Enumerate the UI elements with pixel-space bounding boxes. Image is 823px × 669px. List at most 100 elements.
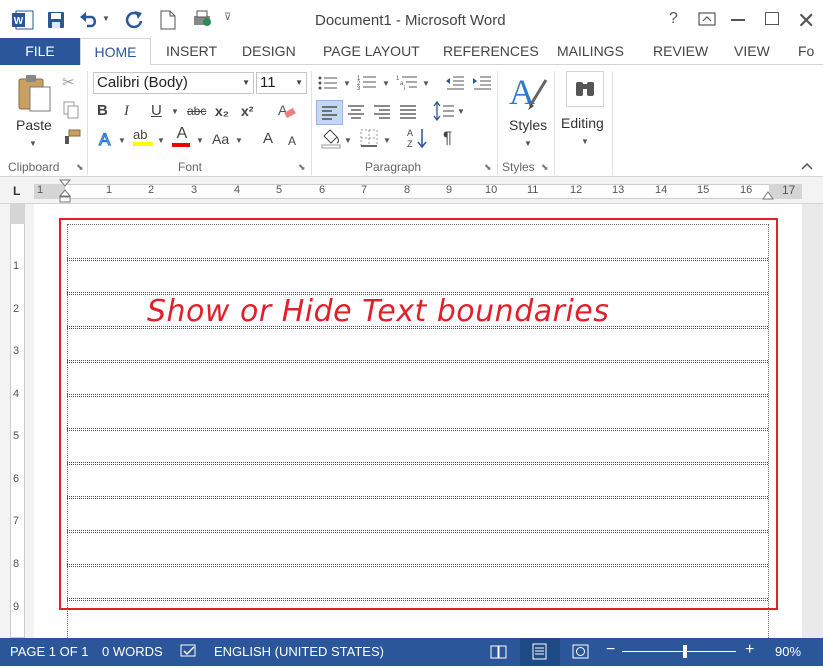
customize-toolbar-icon[interactable]: ⊽ <box>224 12 231 23</box>
new-document-icon[interactable] <box>160 10 176 33</box>
bold-button[interactable]: B <box>97 101 108 121</box>
read-mode-icon[interactable] <box>490 644 508 663</box>
subscript-button[interactable]: x₂ <box>215 101 229 121</box>
strikethrough-button[interactable]: abc <box>187 101 206 121</box>
increase-indent-icon[interactable] <box>472 75 492 94</box>
shading-dropdown-icon[interactable]: ▼ <box>344 136 352 145</box>
vertical-ruler[interactable]: 1 2 3 4 5 6 7 8 9 <box>0 204 34 638</box>
maximize-button[interactable] <box>765 12 779 25</box>
paste-button[interactable]: Paste <box>16 117 52 133</box>
paste-icon[interactable] <box>16 73 52 116</box>
zoom-out-button[interactable]: − <box>606 641 615 659</box>
bullets-icon[interactable] <box>318 75 338 94</box>
font-name-combobox[interactable]: Calibri (Body) ▼ <box>93 72 254 94</box>
print-layout-icon[interactable] <box>520 638 560 666</box>
highlight-button[interactable]: ab <box>133 127 155 146</box>
change-case-dropdown-icon[interactable]: ▼ <box>235 136 243 145</box>
tab-review[interactable]: REVIEW <box>653 38 708 65</box>
multilevel-dropdown-icon[interactable]: ▼ <box>422 79 430 88</box>
borders-icon[interactable] <box>360 129 378 150</box>
align-right-icon[interactable] <box>372 102 392 123</box>
shrink-font-button[interactable]: A <box>288 131 296 151</box>
highlight-label: ab <box>133 127 148 142</box>
word-app-icon[interactable]: W <box>12 10 34 30</box>
page-count[interactable]: PAGE 1 OF 1 <box>10 644 89 659</box>
ribbon-tabs: FILE HOME INSERT DESIGN PAGE LAYOUT REFE… <box>0 38 823 66</box>
tab-mailings[interactable]: MAILINGS <box>557 38 624 65</box>
tab-view[interactable]: VIEW <box>734 38 770 65</box>
font-group-label: Font <box>178 160 203 174</box>
align-center-icon[interactable] <box>346 102 366 123</box>
undo-dropdown-icon[interactable]: ▼ <box>102 14 110 23</box>
styles-button[interactable]: Styles <box>509 117 547 133</box>
tab-design[interactable]: DESIGN <box>242 38 296 65</box>
cut-icon[interactable]: ✂ <box>62 73 75 93</box>
shading-icon[interactable] <box>320 127 342 152</box>
undo-icon[interactable] <box>79 10 99 31</box>
find-binoculars-icon[interactable] <box>566 71 604 107</box>
font-color-button[interactable]: A <box>172 125 192 147</box>
bullets-dropdown-icon[interactable]: ▼ <box>343 79 351 88</box>
align-left-icon[interactable] <box>316 100 343 125</box>
highlight-dropdown-icon[interactable]: ▼ <box>157 136 165 145</box>
styles-dropdown-icon[interactable]: ▼ <box>524 139 532 148</box>
zoom-slider-thumb[interactable] <box>682 645 687 658</box>
grow-font-button[interactable]: A <box>263 129 273 149</box>
clipboard-launcher-icon[interactable]: ⬊ <box>76 162 84 173</box>
title-bar: W ▼ ⊽ Document1 - Microsoft Word ? ✕ <box>0 0 823 38</box>
font-color-dropdown-icon[interactable]: ▼ <box>196 136 204 145</box>
text-effects-icon[interactable]: A <box>97 129 117 152</box>
copy-icon[interactable] <box>63 101 79 122</box>
format-painter-icon[interactable] <box>63 129 81 148</box>
italic-button[interactable]: I <box>124 101 129 121</box>
language-indicator[interactable]: ENGLISH (UNITED STATES) <box>214 644 384 659</box>
text-effects-dropdown-icon[interactable]: ▼ <box>118 136 126 145</box>
horizontal-ruler[interactable]: L 1 1 2 3 4 5 6 7 8 9 10 11 12 13 14 15 … <box>0 177 823 204</box>
ribbon-display-options-icon[interactable] <box>698 12 716 29</box>
print-preview-icon[interactable] <box>192 9 214 32</box>
close-icon[interactable]: ✕ <box>797 8 815 34</box>
justify-icon[interactable] <box>398 102 418 123</box>
numbering-icon[interactable]: 123 <box>357 74 377 95</box>
zoom-in-button[interactable]: + <box>745 641 754 659</box>
proofing-icon[interactable] <box>180 644 198 663</box>
numbering-dropdown-icon[interactable]: ▼ <box>382 79 390 88</box>
font-launcher-icon[interactable]: ⬊ <box>298 162 306 173</box>
zoom-level[interactable]: 90% <box>775 644 801 659</box>
tab-home[interactable]: HOME <box>80 38 151 66</box>
font-size-combobox[interactable]: 11 ▼ <box>256 72 307 94</box>
web-layout-icon[interactable] <box>572 644 590 663</box>
paste-dropdown-icon[interactable]: ▼ <box>29 139 37 148</box>
line-spacing-dropdown-icon[interactable]: ▼ <box>457 107 465 116</box>
save-icon[interactable] <box>47 11 65 32</box>
sort-icon[interactable]: AZ <box>407 127 429 152</box>
clear-formatting-icon[interactable]: A <box>276 101 296 124</box>
zoom-slider[interactable] <box>622 645 736 658</box>
decrease-indent-icon[interactable] <box>445 75 465 94</box>
change-case-button[interactable]: Aa <box>212 129 229 149</box>
tab-file[interactable]: FILE <box>0 38 80 65</box>
editing-dropdown-icon[interactable]: ▼ <box>581 137 589 146</box>
tab-references[interactable]: REFERENCES <box>443 38 539 65</box>
line-spacing-icon[interactable] <box>433 100 455 124</box>
word-count[interactable]: 0 WORDS <box>102 644 163 659</box>
collapse-ribbon-icon[interactable] <box>801 159 813 173</box>
underline-dropdown-icon[interactable]: ▼ <box>171 107 179 116</box>
underline-button[interactable]: U <box>151 101 162 121</box>
borders-dropdown-icon[interactable]: ▼ <box>383 136 391 145</box>
styles-launcher-icon[interactable]: ⬊ <box>541 162 549 173</box>
tab-format[interactable]: Fo <box>798 38 814 65</box>
styles-icon[interactable]: A <box>506 70 548 117</box>
editing-button[interactable]: Editing <box>561 115 604 131</box>
multilevel-list-icon[interactable]: 1ai <box>396 74 418 95</box>
help-button[interactable]: ? <box>669 10 678 28</box>
paragraph-launcher-icon[interactable]: ⬊ <box>484 162 492 173</box>
redo-icon[interactable] <box>124 10 144 33</box>
tab-page-layout[interactable]: PAGE LAYOUT <box>323 38 420 65</box>
show-hide-formatting-button[interactable]: ¶ <box>443 128 452 148</box>
minimize-button[interactable] <box>731 19 745 21</box>
paragraph-group-label: Paragraph <box>365 160 422 174</box>
tab-insert[interactable]: INSERT <box>166 38 217 65</box>
superscript-button[interactable]: x² <box>241 101 253 121</box>
document-page[interactable]: Show or Hide Text boundaries <box>34 204 802 638</box>
